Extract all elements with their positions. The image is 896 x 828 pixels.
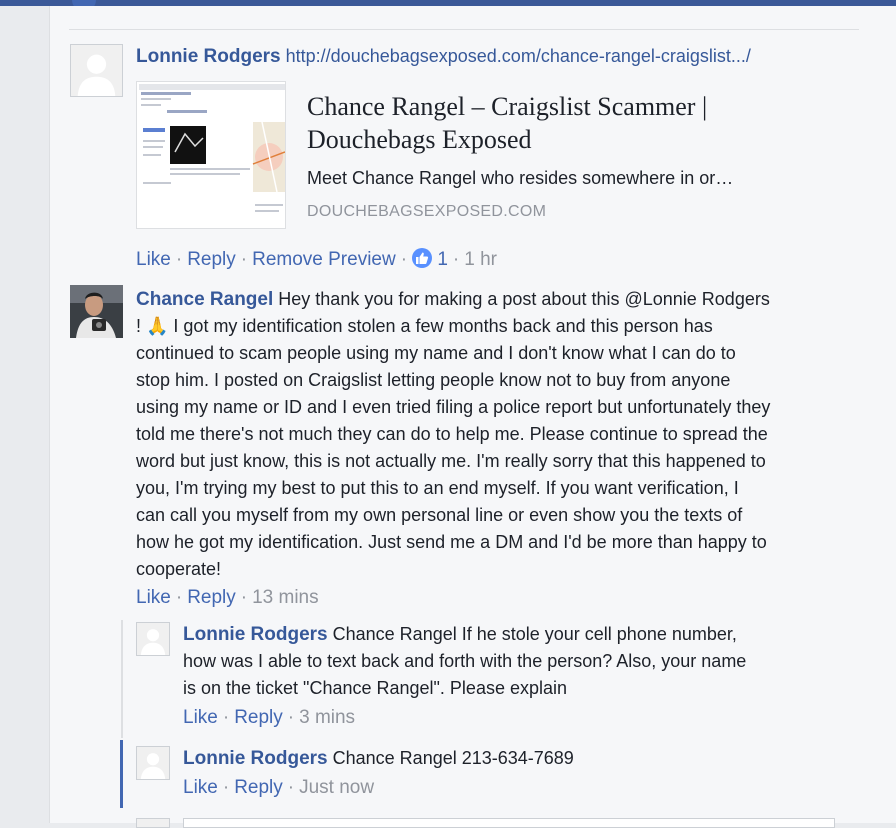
reply-input[interactable] (183, 818, 835, 828)
profile-photo-icon (70, 285, 123, 338)
comment-line: using my name or ID and I even tried fil… (136, 397, 771, 417)
reply-timestamp[interactable]: Just now (299, 777, 374, 798)
preview-title-line-1: Chance Rangel – Craigslist Scammer | (307, 92, 708, 121)
comment-line: Chance Rangel Hey thank you for making a… (136, 286, 770, 313)
comment-line: you, I'm trying my best to put this to a… (136, 478, 739, 498)
comment-line: told me there's not much they can do to … (136, 424, 768, 444)
like-button[interactable]: Like (136, 249, 171, 270)
comment-line: word but just know, this is not actually… (136, 451, 766, 471)
reply-actions: Like · Reply · Just now (183, 777, 375, 798)
comment-line: cooperate! (136, 559, 222, 579)
reply-text: Chance Rangel If he stole your cell phon… (332, 624, 737, 644)
reply-thread-line (121, 620, 123, 738)
preview-domain: DOUCHEBAGSEXPOSED.COM (307, 203, 547, 220)
preview-description: Meet Chance Rangel who resides somewhere… (307, 168, 734, 188)
avatar[interactable] (136, 746, 170, 780)
comment-author[interactable]: Chance Rangel (136, 289, 273, 310)
reply-text: Chance Rangel 213-634-7689 (332, 748, 574, 768)
reply-author[interactable]: Lonnie Rodgers (183, 624, 328, 645)
avatar[interactable] (136, 622, 170, 656)
preview-title[interactable]: Chance Rangel – Craigslist Scammer | Dou… (307, 90, 827, 156)
reply-line: is on the ticket "Chance Rangel". Please… (183, 678, 568, 698)
divider (69, 29, 859, 30)
like-button[interactable]: Like (136, 587, 171, 608)
like-button[interactable]: Like (183, 777, 218, 798)
comment-actions: Like · Reply · 13 mins (136, 587, 319, 608)
reply-line: Lonnie Rodgers Chance Rangel 213-634-768… (183, 745, 574, 772)
post-header: Lonnie Rodgers http://douchebagsexposed.… (136, 43, 751, 70)
reply-button[interactable]: Reply (234, 777, 283, 798)
post-link[interactable]: http://douchebagsexposed.com/chance-rang… (286, 46, 751, 66)
like-count[interactable]: 1 (437, 249, 448, 270)
reply-thread-line-active (120, 740, 123, 808)
default-avatar-icon (71, 45, 122, 96)
comment-line: continued to scam people using my name a… (136, 343, 736, 363)
composer-avatar (136, 818, 170, 828)
reply-button[interactable]: Reply (234, 707, 283, 728)
comment-timestamp[interactable]: 13 mins (252, 587, 319, 608)
comment-text: Hey thank you for making a post about th… (278, 289, 770, 309)
avatar[interactable] (70, 285, 123, 338)
post-timestamp[interactable]: 1 hr (464, 249, 497, 270)
reply-button[interactable]: Reply (187, 587, 236, 608)
post-author[interactable]: Lonnie Rodgers (136, 46, 281, 67)
webpage-screenshot-icon (137, 82, 285, 228)
default-avatar-icon (137, 623, 169, 655)
comment-line: ! 🙏 I got my identification stolen a few… (136, 316, 713, 336)
reply-timestamp[interactable]: 3 mins (299, 707, 355, 728)
avatar[interactable] (70, 44, 123, 97)
preview-thumbnail[interactable] (136, 81, 286, 229)
like-button[interactable]: Like (183, 707, 218, 728)
comment-line: stop him. I posted on Craigslist letting… (136, 370, 731, 390)
reply-line: Lonnie Rodgers Chance Rangel If he stole… (183, 621, 737, 648)
default-avatar-icon (137, 747, 169, 779)
comment-line: can call you myself from my own personal… (136, 505, 743, 525)
reply-actions: Like · Reply · 3 mins (183, 707, 356, 728)
comment-line: how he got my identification. Just send … (136, 532, 767, 552)
like-reaction-icon[interactable] (412, 248, 433, 268)
preview-title-line-2: Douchebags Exposed (307, 125, 532, 154)
reply-button[interactable]: Reply (187, 249, 236, 270)
post-actions: Like · Reply · Remove Preview · 1 · 1 hr (136, 248, 497, 270)
remove-preview-button[interactable]: Remove Preview (252, 249, 396, 270)
reply-line: how was I able to text back and forth wi… (183, 651, 747, 671)
reply-author[interactable]: Lonnie Rodgers (183, 748, 328, 769)
